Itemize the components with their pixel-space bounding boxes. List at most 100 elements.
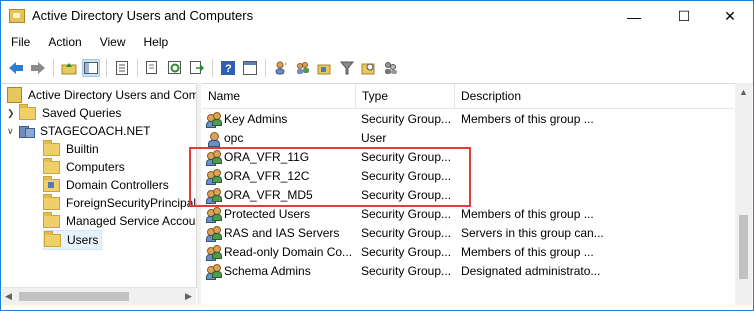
menu-file[interactable]: File <box>1 32 38 53</box>
maximize-button[interactable]: ☐ <box>661 1 707 32</box>
tree-pane[interactable]: Active Directory Users and Com ❯ Saved Q… <box>2 83 197 288</box>
tree-item-label: Managed Service Accounts <box>66 214 197 228</box>
item-type: User <box>361 131 387 145</box>
item-description <box>461 148 733 167</box>
item-description: Designated administrato... <box>461 264 601 278</box>
delegate-icon[interactable] <box>382 59 400 77</box>
item-description <box>461 167 733 186</box>
tree-item-users[interactable]: Users <box>43 230 103 250</box>
close-button[interactable]: ✕ <box>707 1 753 32</box>
menu-help[interactable]: Help <box>134 32 177 53</box>
new-ou-icon[interactable] <box>316 59 334 77</box>
item-name: Protected Users <box>224 207 311 221</box>
list-item[interactable]: Protected Users Security Group... Member… <box>202 205 734 224</box>
show-tree-icon[interactable] <box>82 58 100 77</box>
tree-item-label: Domain Controllers <box>66 178 169 192</box>
toolbar-separator <box>212 58 213 77</box>
item-name: Schema Admins <box>224 264 311 278</box>
window-title: Active Directory Users and Computers <box>32 8 254 23</box>
tree-item-label: STAGECOACH.NET <box>40 124 151 138</box>
menu-action[interactable]: Action <box>38 32 89 53</box>
find-icon[interactable] <box>360 59 378 77</box>
folder-icon <box>19 103 36 120</box>
group-icon <box>206 245 222 261</box>
scroll-right-arrow-icon[interactable]: ▶ <box>185 291 192 302</box>
help-icon[interactable]: ? <box>219 59 237 77</box>
tree-item-domain-controllers[interactable]: Domain Controllers <box>43 175 169 194</box>
app-window: Active Directory Users and Computers — ☐… <box>0 0 754 311</box>
tree-item-computers[interactable]: Computers <box>43 157 125 176</box>
group-icon <box>206 112 222 128</box>
user-icon <box>206 131 222 147</box>
item-type: Security Group... <box>361 112 452 126</box>
toolbar: ? <box>1 54 753 81</box>
item-name: opc <box>224 131 244 145</box>
list-item[interactable]: Key Admins Security Group... Members of … <box>202 110 734 129</box>
title-bar[interactable]: Active Directory Users and Computers — ☐… <box>1 1 753 32</box>
tree-item-saved-queries[interactable]: ❯ Saved Queries <box>7 103 121 122</box>
tree-item-label: ForeignSecurityPrincipals <box>66 196 197 210</box>
item-type: Security Group... <box>361 207 452 221</box>
folder-icon <box>43 157 60 174</box>
item-description <box>461 129 733 148</box>
item-description <box>461 186 733 205</box>
new-group-icon[interactable] <box>294 59 312 77</box>
item-description: Members of this group ... <box>461 207 594 221</box>
item-description: Members of this group ... <box>461 245 594 259</box>
new-user-icon[interactable] <box>272 59 290 77</box>
column-header-name[interactable]: Name <box>202 84 356 108</box>
properties-icon[interactable] <box>113 59 131 77</box>
scrollbar-thumb[interactable] <box>19 292 129 301</box>
ou-folder-icon <box>43 175 60 192</box>
menu-bar: File Action View Help <box>1 32 753 53</box>
item-name: Key Admins <box>224 112 288 126</box>
tree-item-builtin[interactable]: Builtin <box>43 139 99 158</box>
list-item[interactable]: opc User <box>202 129 734 148</box>
tree-item-foreign-security-principals[interactable]: ForeignSecurityPrincipals <box>43 193 197 212</box>
list-item[interactable]: Read-only Domain Co... Security Group...… <box>202 243 734 262</box>
list-item[interactable]: Schema Admins Security Group... Designat… <box>202 262 734 281</box>
tree-root-label: Active Directory Users and Com <box>28 88 197 102</box>
toolbar-separator <box>53 58 54 77</box>
item-type: Security Group... <box>361 245 452 259</box>
minimize-button[interactable]: — <box>611 1 657 32</box>
tree-root[interactable]: Active Directory Users and Com <box>7 86 197 104</box>
size-grip <box>735 287 752 304</box>
group-icon <box>206 207 222 223</box>
refresh-icon[interactable] <box>166 59 184 77</box>
folder-icon <box>43 193 60 210</box>
item-description: Servers in this group can... <box>461 226 604 240</box>
menu-view[interactable]: View <box>90 32 134 53</box>
console-icon[interactable] <box>241 59 259 77</box>
column-header-type[interactable]: Type <box>356 84 455 108</box>
scroll-left-arrow-icon[interactable]: ◀ <box>5 291 12 302</box>
toolbar-separator <box>265 58 266 77</box>
export-icon[interactable] <box>188 59 206 77</box>
tree-item-label: Builtin <box>66 142 99 156</box>
copy-icon[interactable] <box>144 59 162 77</box>
column-header-description[interactable]: Description <box>455 84 734 108</box>
scroll-up-arrow-icon[interactable]: ▲ <box>739 87 748 97</box>
list-header: Name Type Description <box>202 84 734 109</box>
svg-text:?: ? <box>225 63 232 75</box>
item-description: Members of this group ... <box>461 112 594 126</box>
tree-horizontal-scrollbar[interactable]: ◀ ▶ <box>2 287 196 305</box>
app-icon <box>9 9 25 23</box>
back-arrow-icon[interactable] <box>7 59 25 77</box>
tree-item-managed-service-accounts[interactable]: Managed Service Accounts <box>43 211 197 230</box>
toolbar-separator <box>106 58 107 77</box>
scrollbar-thumb[interactable] <box>739 215 748 279</box>
chevron-right-icon[interactable]: ❯ <box>7 108 17 119</box>
chevron-down-icon[interactable]: ∨ <box>7 126 17 137</box>
list-item[interactable]: RAS and IAS Servers Security Group... Se… <box>202 224 734 243</box>
aduc-root-icon <box>7 87 22 103</box>
tree-item-domain[interactable]: ∨ STAGECOACH.NET <box>7 122 150 140</box>
forward-arrow-icon[interactable] <box>29 59 47 77</box>
folder-icon <box>43 211 60 228</box>
filter-icon[interactable] <box>338 59 356 77</box>
up-folder-icon[interactable] <box>60 59 78 77</box>
toolbar-separator <box>137 58 138 77</box>
item-name: RAS and IAS Servers <box>224 226 340 240</box>
item-type: Security Group... <box>361 226 452 240</box>
list-vertical-scrollbar[interactable]: ▲ ▼ <box>735 83 752 305</box>
